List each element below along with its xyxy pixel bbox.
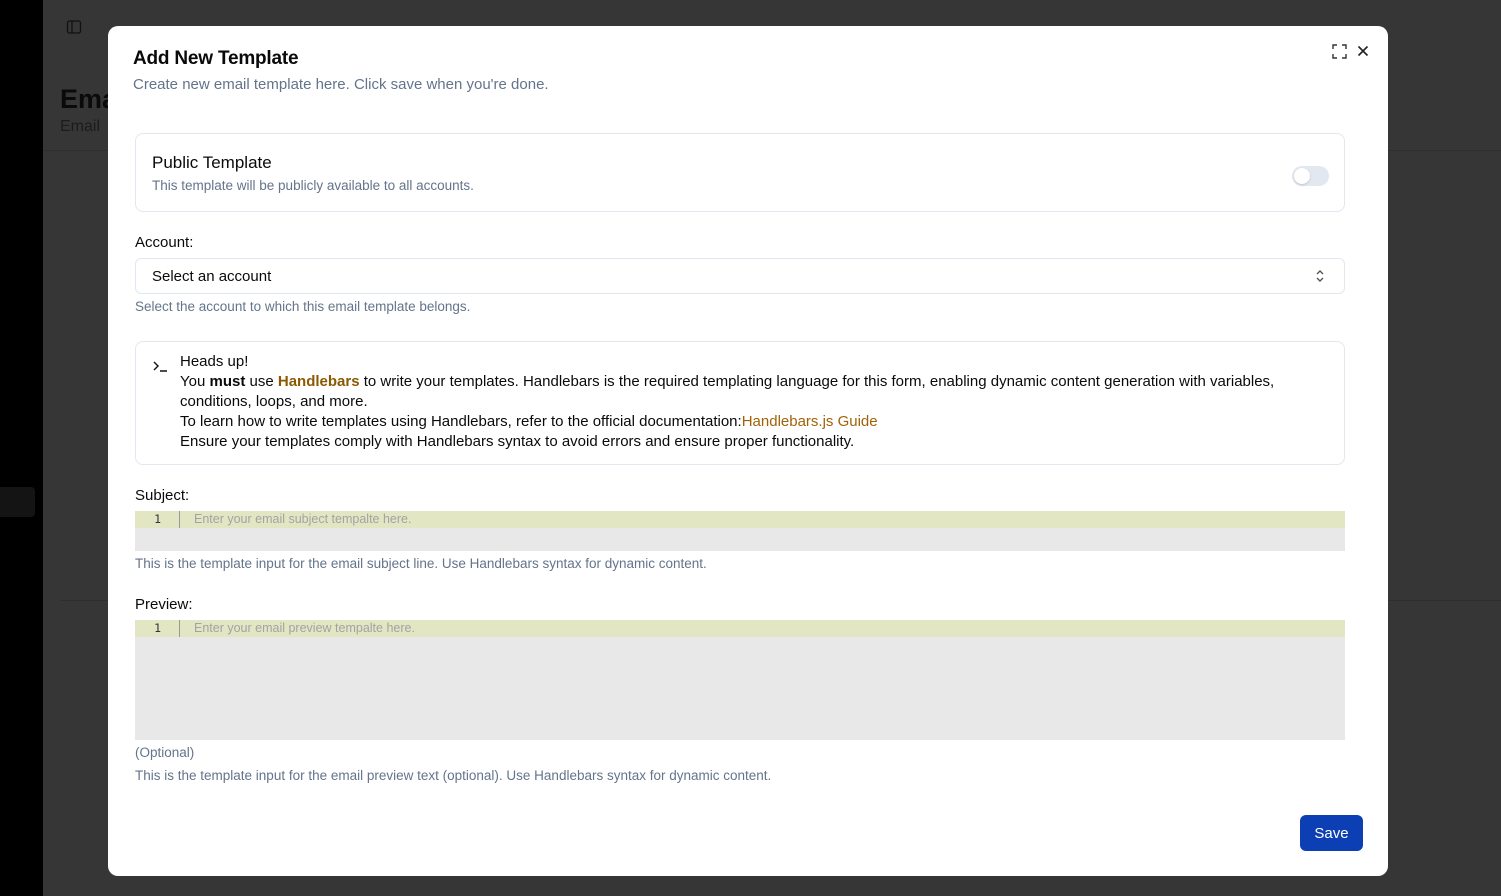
account-hint: Select the account to which this email t… — [135, 299, 471, 314]
terminal-icon — [153, 361, 167, 372]
chevron-up-down-icon — [1316, 270, 1324, 282]
subject-label: Subject: — [135, 487, 190, 504]
account-select[interactable]: Select an account — [135, 258, 1345, 294]
account-label: Account: — [135, 234, 194, 251]
preview-hint: This is the template input for the email… — [135, 768, 772, 783]
switch-knob — [1294, 168, 1310, 184]
public-template-description: This template will be publicly available… — [152, 178, 474, 193]
editor-active-line: 1 Enter your email subject tempalte here… — [135, 511, 1345, 528]
public-template-card: Public Template This template will be pu… — [135, 133, 1345, 212]
subject-placeholder: Enter your email subject tempalte here. — [194, 512, 412, 526]
close-icon[interactable] — [1353, 41, 1373, 61]
public-template-switch[interactable] — [1292, 166, 1329, 186]
alert-line-1: You must use Handlebars to write your te… — [180, 373, 1275, 410]
save-button[interactable]: Save — [1300, 815, 1363, 851]
app-sidebar — [0, 0, 43, 896]
alert-line-2: To learn how to write templates using Ha… — [180, 413, 878, 430]
add-template-dialog: Add New Template Create new email templa… — [108, 26, 1388, 876]
subject-hint: This is the template input for the email… — [135, 556, 707, 571]
preview-placeholder: Enter your email preview tempalte here. — [194, 621, 415, 635]
account-select-value: Select an account — [152, 268, 272, 285]
subject-editor[interactable]: 1 Enter your email subject tempalte here… — [135, 511, 1345, 551]
handlebars-keyword: Handlebars — [277, 373, 360, 390]
dialog-title: Add New Template — [133, 48, 299, 69]
preview-label: Preview: — [135, 596, 193, 613]
line-number: 1 — [135, 620, 180, 637]
handlebars-guide-link[interactable]: Handlebars.js Guide — [742, 413, 878, 430]
public-template-title: Public Template — [152, 153, 272, 172]
dialog-description: Create new email template here. Click sa… — [133, 76, 549, 93]
line-number: 1 — [135, 511, 180, 528]
expand-icon[interactable] — [1329, 41, 1349, 61]
alert-title: Heads up! — [180, 353, 249, 370]
background-page-subtitle: Email — [60, 118, 101, 135]
preview-editor[interactable]: 1 Enter your email preview tempalte here… — [135, 620, 1345, 740]
handlebars-alert: Heads up! You must use Handlebars to wri… — [135, 341, 1345, 465]
sidebar-active-item — [0, 487, 35, 517]
editor-active-line: 1 Enter your email preview tempalte here… — [135, 620, 1345, 637]
preview-optional-note: (Optional) — [135, 745, 195, 760]
alert-line-3: Ensure your templates comply with Handle… — [180, 433, 855, 450]
sidebar-toggle-icon[interactable] — [61, 14, 87, 40]
